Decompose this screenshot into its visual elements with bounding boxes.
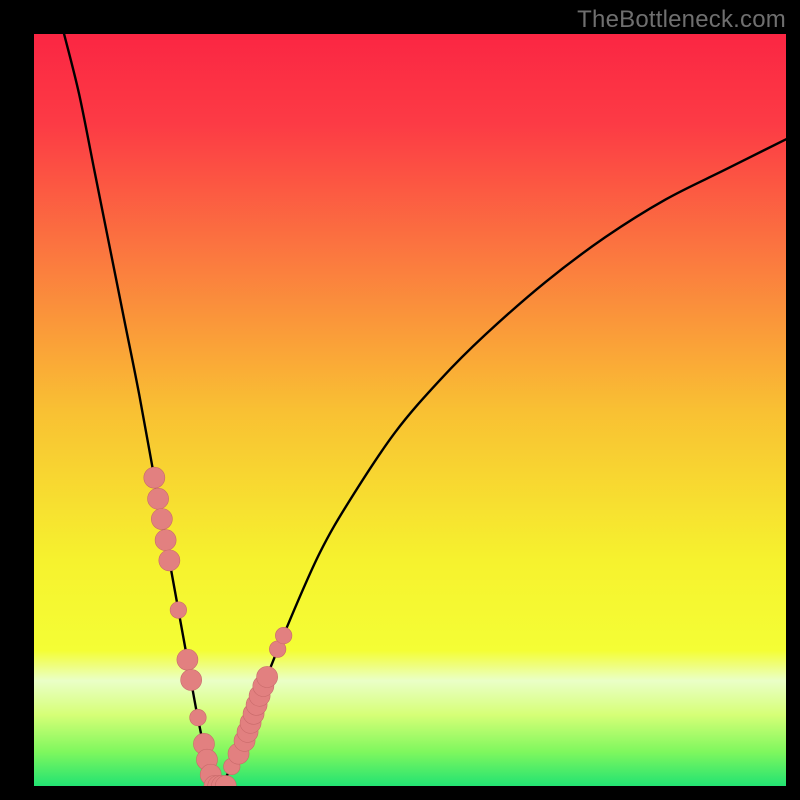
data-marker <box>190 709 207 726</box>
data-marker <box>257 666 278 687</box>
data-marker <box>148 488 169 509</box>
watermark-text: TheBottleneck.com <box>577 6 786 34</box>
bottleneck-chart <box>34 34 786 786</box>
data-marker <box>275 627 292 644</box>
data-marker <box>159 550 180 571</box>
chart-frame: TheBottleneck.com <box>0 0 800 800</box>
data-marker <box>155 530 176 551</box>
data-marker <box>170 602 187 619</box>
data-marker <box>144 467 165 488</box>
gradient-background <box>34 34 786 786</box>
data-marker <box>181 669 202 690</box>
data-marker <box>177 649 198 670</box>
plot-area <box>34 34 786 786</box>
data-marker <box>151 509 172 530</box>
